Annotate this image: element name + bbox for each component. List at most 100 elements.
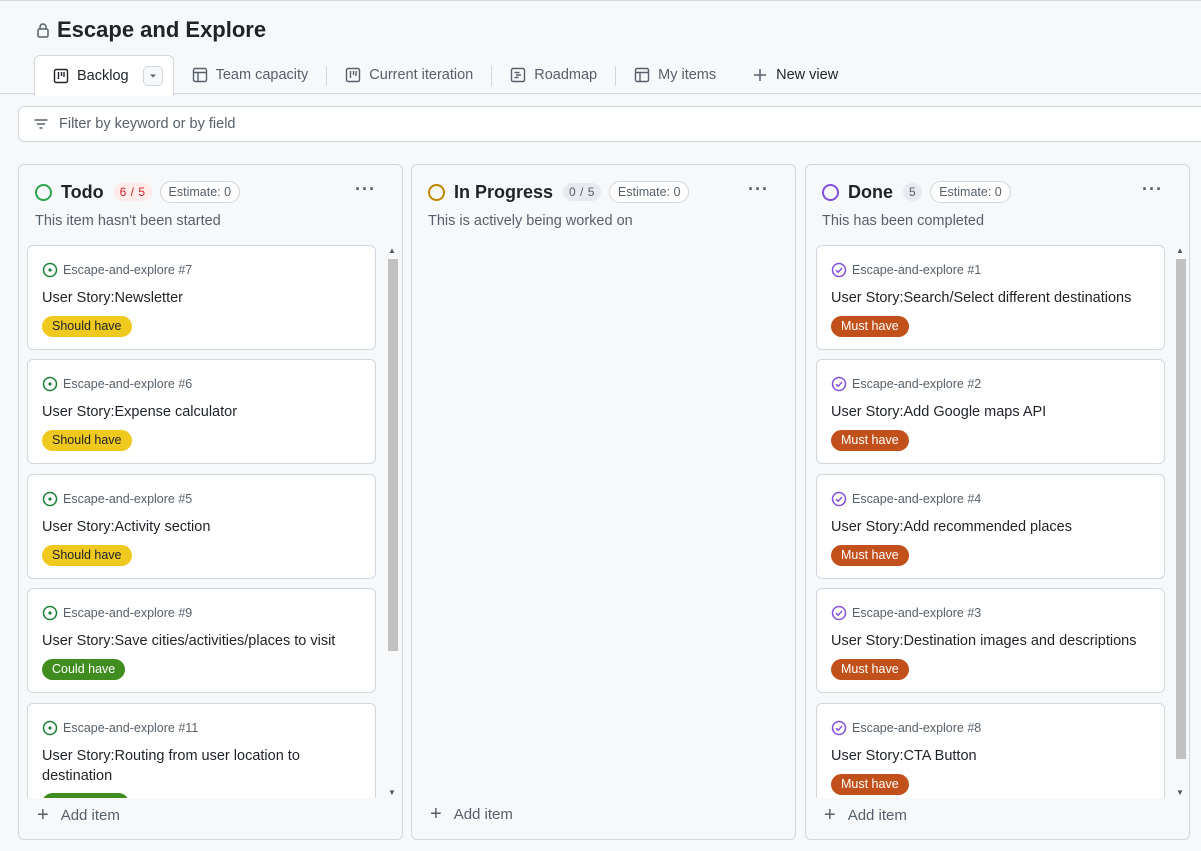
title-row: Escape and Explore — [35, 17, 266, 43]
lock-icon — [37, 23, 49, 38]
card[interactable]: Escape-and-explore #3 User Story:Destina… — [816, 588, 1165, 693]
column-header: Todo 6 / 5 Estimate: 0 — [35, 181, 241, 203]
tab-label: Backlog — [77, 68, 129, 84]
card-ref-text: Escape-and-explore #3 — [852, 606, 982, 620]
card-ref-text: Escape-and-explore #5 — [63, 492, 193, 506]
card-ref: Escape-and-explore #5 — [42, 491, 192, 507]
priority-label: Must have — [831, 430, 909, 451]
card-ref-text: Escape-and-explore #8 — [852, 721, 982, 735]
column-description: This is actively being worked on — [428, 213, 633, 229]
scrollbar[interactable]: ▲ ▼ — [1173, 245, 1188, 798]
scroll-down-icon[interactable]: ▼ — [1176, 788, 1184, 797]
card-ref: Escape-and-explore #2 — [831, 376, 981, 392]
column-description: This item hasn't been started — [35, 213, 221, 229]
add-item-button[interactable]: + Add item — [824, 804, 907, 827]
scrollbar-thumb[interactable] — [388, 259, 398, 651]
view-tabs: Backlog Team capacity Current iteration … — [34, 55, 856, 96]
card-ref-text: Escape-and-explore #11 — [63, 721, 199, 735]
column-menu-icon[interactable]: ··· — [355, 179, 376, 200]
scroll-up-icon[interactable]: ▲ — [388, 246, 396, 255]
tab-my-items[interactable]: My items — [616, 55, 734, 95]
tab-roadmap[interactable]: Roadmap — [492, 55, 615, 95]
scrollbar[interactable]: ▲ ▼ — [385, 245, 400, 798]
tab-label: Roadmap — [534, 67, 598, 83]
column-header: Done 5 Estimate: 0 — [822, 181, 1011, 203]
tab-label: My items — [658, 67, 717, 83]
plus-icon: + — [430, 803, 442, 825]
scrollbar-thumb[interactable] — [1176, 259, 1186, 759]
priority-label: Must have — [831, 316, 909, 337]
tab-team-capacity[interactable]: Team capacity — [174, 55, 327, 95]
table-icon — [634, 67, 650, 83]
card-ref: Escape-and-explore #1 — [831, 262, 981, 278]
add-item-button[interactable]: + Add item — [37, 804, 120, 827]
filter-input[interactable]: Filter by keyword or by field — [18, 106, 1201, 142]
card-title[interactable]: User Story:Save cities/activities/places… — [42, 631, 362, 651]
column-menu-icon[interactable]: ··· — [1142, 179, 1163, 200]
issue-open-icon — [42, 605, 58, 621]
card[interactable]: Escape-and-explore #1 User Story:Search/… — [816, 245, 1165, 350]
priority-label: Could have — [42, 659, 126, 680]
priority-label: Must have — [831, 659, 909, 680]
tab-current-iteration[interactable]: Current iteration — [327, 55, 491, 95]
board-icon — [53, 68, 69, 84]
card[interactable]: Escape-and-explore #5 User Story:Activit… — [27, 474, 376, 579]
scroll-down-icon[interactable]: ▼ — [388, 788, 396, 797]
issue-open-icon — [42, 491, 58, 507]
plus-icon: + — [37, 804, 49, 826]
card-ref-text: Escape-and-explore #2 — [852, 377, 982, 391]
project-header: Escape and Explore Backlog Team capacity… — [0, 0, 1201, 96]
card-ref-text: Escape-and-explore #7 — [63, 263, 193, 277]
new-view-button[interactable]: New view — [734, 55, 856, 95]
filter-placeholder: Filter by keyword or by field — [59, 116, 236, 132]
card-title[interactable]: User Story:Destination images and descri… — [831, 631, 1151, 651]
item-count: 0 / 5 — [563, 183, 601, 201]
tab-label: Team capacity — [215, 67, 309, 83]
card-title[interactable]: User Story:Add recommended places — [831, 517, 1151, 537]
add-item-label: Add item — [453, 806, 513, 823]
card-title[interactable]: User Story:Newsletter — [42, 288, 362, 308]
column-name: Todo — [61, 181, 104, 202]
issue-closed-icon — [831, 491, 847, 507]
column-done: Done 5 Estimate: 0 ··· This has been com… — [805, 164, 1190, 840]
priority-label: Must have — [831, 545, 909, 566]
card-title[interactable]: User Story:Routing from user location to… — [42, 746, 362, 786]
card-list: Escape-and-explore #1 User Story:Search/… — [816, 245, 1165, 798]
item-count: 5 — [903, 183, 923, 201]
status-done-icon — [822, 183, 839, 201]
issue-closed-icon — [831, 376, 847, 392]
priority-label: Should have — [42, 545, 132, 566]
card-title[interactable]: User Story:Activity section — [42, 517, 362, 537]
priority-label — [42, 793, 129, 798]
card[interactable]: Escape-and-explore #9 User Story:Save ci… — [27, 588, 376, 693]
card[interactable]: Escape-and-explore #6 User Story:Expense… — [27, 359, 376, 464]
card-ref-text: Escape-and-explore #1 — [852, 263, 982, 277]
add-item-button[interactable]: + Add item — [430, 803, 513, 826]
issue-closed-icon — [831, 262, 847, 278]
issue-open-icon — [42, 262, 58, 278]
card[interactable]: Escape-and-explore #4 User Story:Add rec… — [816, 474, 1165, 579]
card-title[interactable]: User Story:Expense calculator — [42, 402, 362, 422]
card-ref: Escape-and-explore #6 — [42, 376, 192, 392]
card-title[interactable]: User Story:CTA Button — [831, 746, 1151, 766]
card-title[interactable]: User Story:Add Google maps API — [831, 402, 1151, 422]
scroll-up-icon[interactable]: ▲ — [1176, 246, 1184, 255]
add-item-label: Add item — [60, 807, 120, 824]
tab-label: New view — [776, 67, 839, 83]
chevron-down-icon[interactable] — [142, 66, 163, 86]
card-title[interactable]: User Story:Search/Select different desti… — [831, 288, 1151, 308]
card[interactable]: Escape-and-explore #7 User Story:Newslet… — [27, 245, 376, 350]
card-ref: Escape-and-explore #7 — [42, 262, 192, 278]
roadmap-icon — [510, 67, 526, 83]
status-todo-icon — [35, 183, 52, 201]
priority-label: Should have — [42, 430, 132, 451]
board-icon — [345, 67, 361, 83]
filter-icon — [33, 116, 49, 132]
card-ref: Escape-and-explore #8 — [831, 720, 981, 736]
column-menu-icon[interactable]: ··· — [748, 179, 769, 200]
card[interactable]: Escape-and-explore #11 User Story:Routin… — [27, 703, 376, 798]
tab-backlog[interactable]: Backlog — [34, 55, 174, 96]
card[interactable]: Escape-and-explore #2 User Story:Add Goo… — [816, 359, 1165, 464]
issue-closed-icon — [831, 605, 847, 621]
card[interactable]: Escape-and-explore #8 User Story:CTA But… — [816, 703, 1165, 798]
